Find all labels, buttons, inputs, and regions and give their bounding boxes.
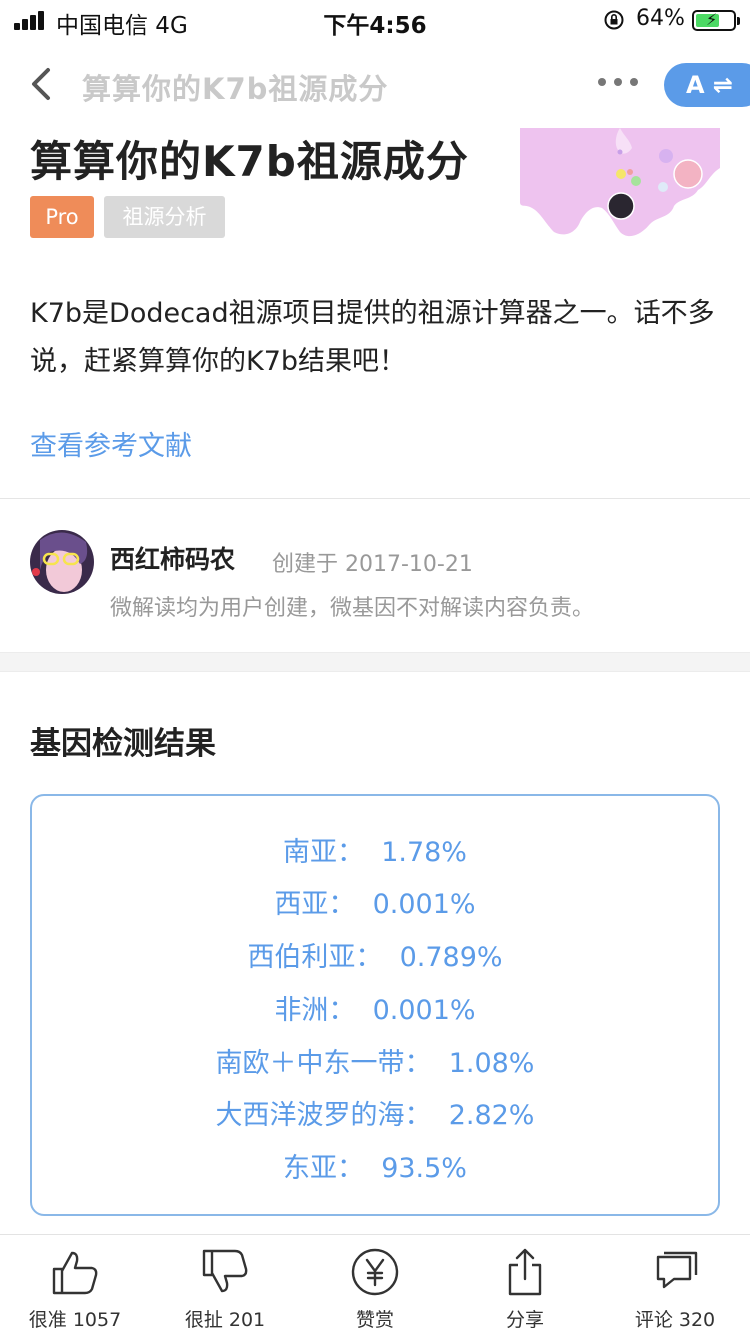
disclaimer-text: 微解读均为用户创建，微基因不对解读内容负责。 bbox=[110, 596, 595, 621]
tip-label: 赞赏 bbox=[355, 1309, 394, 1331]
bottom-action-bar: 很准 1057 很扯 201 赞赏 分享 评论 320 bbox=[0, 1234, 750, 1334]
battery-percent: 64% bbox=[636, 6, 685, 31]
thumbs-down-icon bbox=[202, 1249, 248, 1293]
section-separator bbox=[0, 652, 750, 672]
results-title: 基因检测结果 bbox=[30, 726, 216, 762]
result-row-siberia: 西伯利亚： 0.789% bbox=[247, 942, 503, 973]
tip-button[interactable]: 赞赏 bbox=[300, 1235, 450, 1334]
result-row-west-asia: 西亚： 0.001% bbox=[274, 889, 476, 920]
references-link[interactable]: 查看参考文献 bbox=[30, 424, 192, 463]
created-date: 创建于 2017-10-21 bbox=[272, 552, 473, 577]
battery-icon: ⚡ bbox=[692, 10, 740, 31]
accurate-button[interactable]: 很准 1057 bbox=[0, 1235, 150, 1334]
nav-title: 算算你的K7b祖源成分 bbox=[82, 72, 389, 106]
description-text: K7b是Dodecad祖源项目提供的祖源计算器之一。话不多说，赶紧算算你的K7b… bbox=[30, 298, 715, 377]
nonsense-button[interactable]: 很扯 201 bbox=[150, 1235, 300, 1334]
share-label: 分享 bbox=[505, 1309, 544, 1331]
page-title: 算算你的K7b祖源成分 bbox=[30, 137, 469, 186]
back-arrow-icon[interactable] bbox=[22, 62, 62, 106]
nav-bar: 算算你的K7b祖源成分 A ⇌ bbox=[0, 40, 750, 128]
thumbs-up-icon bbox=[52, 1251, 98, 1295]
accurate-label: 很准 1057 bbox=[28, 1309, 122, 1331]
result-row-south-europe-middle-east: 南欧＋中东一带： 1.08% bbox=[215, 1048, 535, 1079]
share-button[interactable]: 分享 bbox=[450, 1235, 600, 1334]
result-row-atlantic-baltic: 大西洋波罗的海： 2.82% bbox=[215, 1100, 535, 1131]
pro-tag: Pro bbox=[30, 196, 94, 238]
result-row-south-asia: 南亚： 1.78% bbox=[283, 837, 467, 868]
translate-button[interactable]: A ⇌ bbox=[664, 63, 750, 107]
more-options-icon[interactable] bbox=[596, 74, 640, 88]
status-bar: 中国电信 4G 下午4:56 64% ⚡ bbox=[0, 0, 750, 40]
result-row-africa: 非洲： 0.001% bbox=[274, 995, 476, 1026]
result-row-east-asia: 东亚： 93.5% bbox=[283, 1153, 467, 1184]
comment-label: 评论 320 bbox=[634, 1309, 716, 1331]
rotation-lock-icon bbox=[604, 10, 624, 30]
results-box: 南亚： 1.78% 西亚： 0.001% 西伯利亚： 0.789% 非洲： 0.… bbox=[30, 794, 720, 1216]
category-tag[interactable]: 祖源分析 bbox=[104, 196, 225, 238]
avatar[interactable] bbox=[30, 530, 94, 594]
nonsense-label: 很扯 201 bbox=[184, 1309, 266, 1331]
comment-icon bbox=[656, 1251, 698, 1289]
share-icon bbox=[508, 1248, 542, 1296]
divider bbox=[0, 498, 750, 499]
author-name[interactable]: 西红柿码农 bbox=[110, 540, 235, 576]
comment-button[interactable]: 评论 320 bbox=[600, 1235, 750, 1334]
yuan-coin-icon bbox=[351, 1248, 399, 1296]
world-map-image bbox=[520, 128, 720, 237]
